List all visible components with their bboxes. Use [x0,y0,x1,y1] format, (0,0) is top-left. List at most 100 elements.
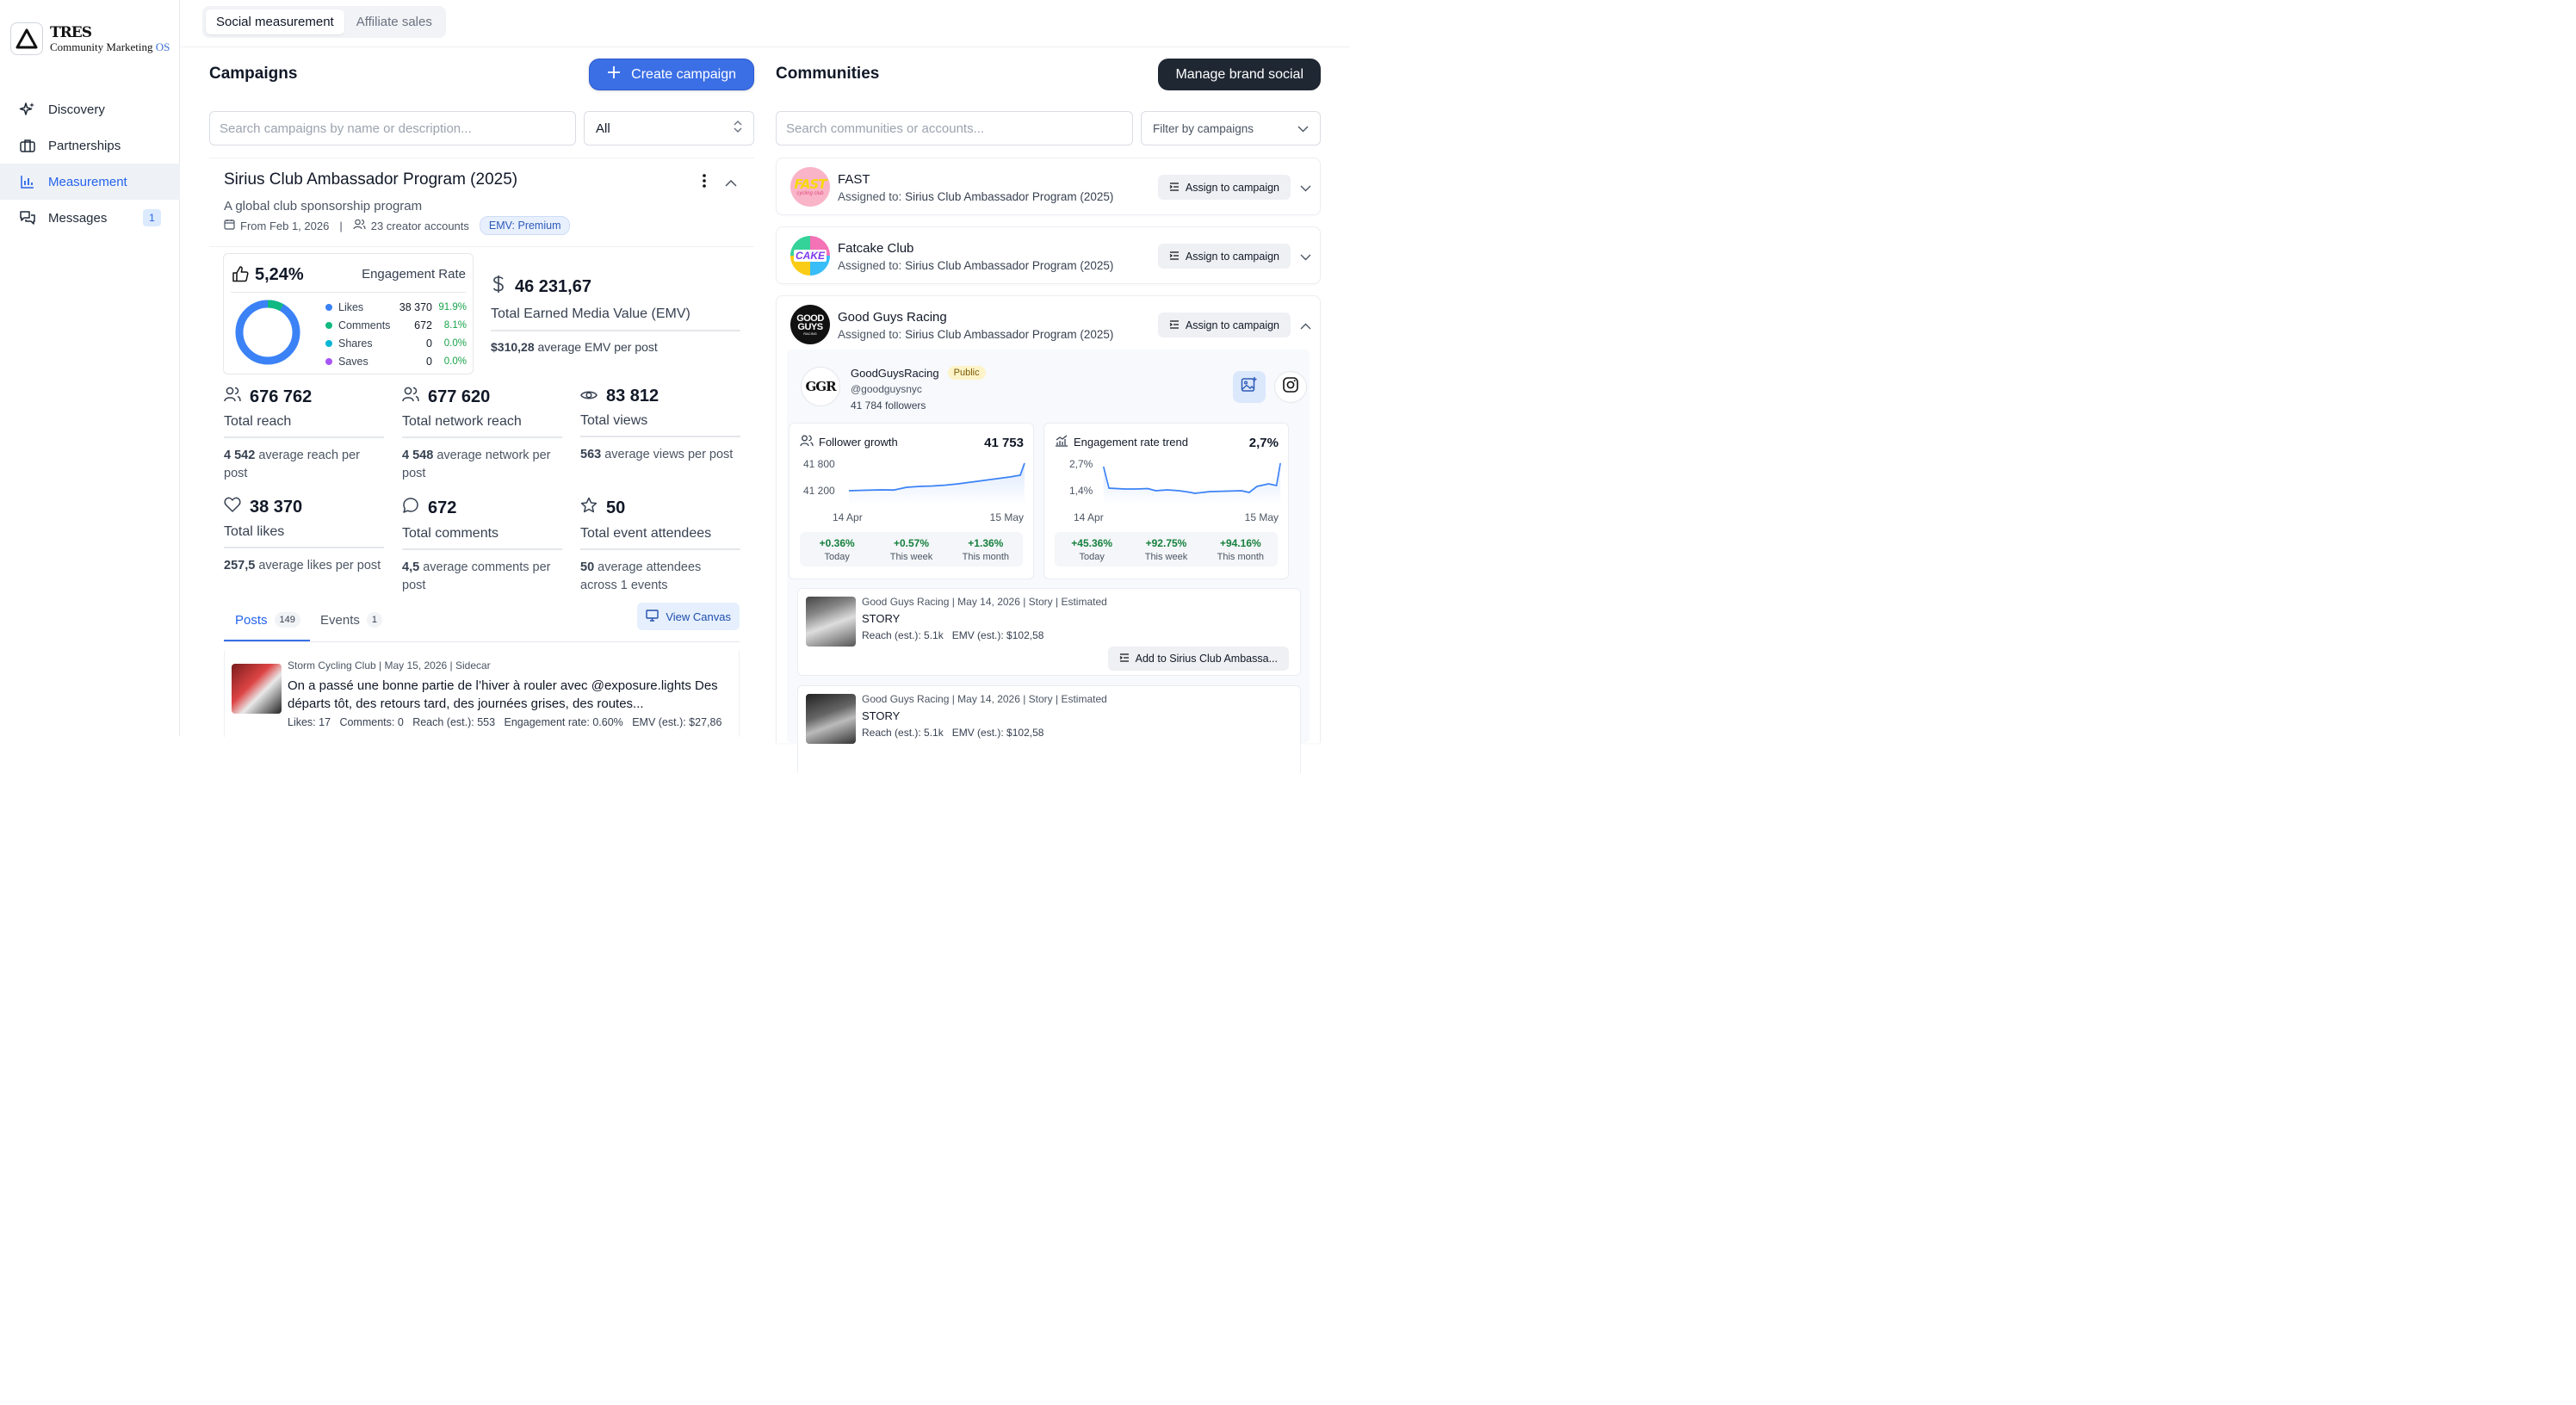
emv-label: Total Earned Media Value (EMV) [491,306,740,331]
sidebar-item-measurement[interactable]: Measurement [0,164,180,200]
legend-name: Comments [338,319,391,331]
add-image-button[interactable] [1233,371,1266,403]
campaign-actions [703,174,737,192]
sidebar-item-partnerships[interactable]: Partnerships [0,127,180,164]
assign-to-campaign-button[interactable]: Assign to campaign [1157,175,1291,200]
engagement-donut-chart [235,300,300,365]
stat-label: Today [824,551,850,562]
line-chart-area [849,463,1025,505]
community-search-input[interactable]: Search communities or accounts... [776,111,1133,145]
story-stats: Reach (est.): 5.1k EMV (est.): $102,58 [862,629,1044,641]
account-name: GoodGuysRacing [851,366,939,380]
heart-icon [224,497,241,517]
manage-brand-social-button[interactable]: Manage brand social [1158,59,1321,90]
line-chart-series [1102,462,1281,494]
trend-stat-month: +94.16% This month [1204,532,1278,566]
legend-row-comments: Comments 672 8.1% [325,316,467,334]
list-item[interactable]: Good Guys Racing | May 14, 2026 | Story … [797,588,1301,676]
chevron-up-icon[interactable] [1300,319,1311,334]
campaign-card: Sirius Club Ambassador Program (2025) A … [209,158,754,743]
sidebar-item-discovery[interactable]: Discovery [0,91,180,127]
list-item[interactable]: Storm Cycling Club | May 15, 2026 | Side… [224,651,740,737]
y-axis-label: 41 800 [803,458,835,470]
legend-dot [325,357,332,365]
engagement-legend: Likes 38 370 91.9% Comments 672 8.1% Shares 0… [325,298,467,370]
comment-icon [402,497,419,519]
mini-card-value: 2,7% [1248,436,1279,450]
stat-label: Today [1079,551,1105,562]
community-avatar: GOOD GUYS RACING [790,305,830,344]
community-avatar: CAKE [790,236,830,275]
legend-dot [325,303,332,311]
engagement-rate-label: Engagement Rate [362,267,466,282]
sidebar-item-messages[interactable]: Messages 1 [0,200,180,236]
x-axis-label: 15 May [989,511,1024,523]
tab-social-measurement[interactable]: Social measurement [206,9,344,34]
more-vertical-icon[interactable] [703,174,706,192]
messages-count-badge: 1 [143,209,161,226]
create-campaign-button[interactable]: Create campaign [589,59,754,90]
legend-pct: 0.0% [443,337,467,349]
instagram-icon [1282,376,1299,398]
campaigns-title: Campaigns [209,65,298,83]
dollar-icon [491,275,506,299]
users-icon [353,219,366,232]
community-assignment: Assigned to: Sirius Club Ambassador Prog… [838,259,1113,272]
list-indent-icon [1169,319,1180,331]
post-caption: On a passé une bonne partie de l’hiver à… [288,678,718,711]
stat-label: Total comments [402,526,562,550]
tab-posts[interactable]: Posts 149 [235,610,300,630]
chevron-down-icon[interactable] [1300,250,1311,265]
measurement-mode-tabs: Social measurement Affiliate sales [202,6,446,38]
emv-value-row: 46 231,67 [491,275,740,299]
view-canvas-button[interactable]: View Canvas [637,603,740,630]
legend-row-shares: Shares 0 0.0% [325,334,467,352]
brand[interactable]: TRES Community Marketing OS [10,22,170,55]
stat-value: +45.36% [1071,536,1113,549]
campaign-search-input[interactable]: Search campaigns by name or description.… [209,111,576,145]
list-indent-icon [1169,251,1180,263]
stat-label: Total reach [224,414,384,438]
engagement-trend-line-chart [1102,462,1281,505]
sidebar-item-label: Discovery [48,102,105,117]
engagement-trend-card: Engagement rate trend 2,7% 2,7% 1,4% 14 … [1043,423,1289,579]
assign-to-campaign-button[interactable]: Assign to campaign [1157,244,1291,269]
brand-sub: Community Marketing OS [50,41,170,53]
campaign-status-select[interactable]: All [584,111,754,145]
add-to-campaign-button[interactable]: Add to Sirius Club Ambassa... [1107,647,1289,671]
stat-label: This month [962,551,1010,562]
mini-card-title: Engagement rate trend [1074,436,1188,449]
list-indent-icon [1119,653,1130,665]
thumbs-up-icon [232,265,250,288]
legend-pct: 0.0% [443,356,467,367]
stat-sub-text: average attendees across 1 events [580,560,702,592]
communities-title: Communities [776,65,880,83]
assign-to-campaign-button[interactable]: Assign to campaign [1157,313,1291,337]
follower-growth-line-chart [848,462,1025,505]
app-root: TRES Community Marketing OS Discovery Pa… [0,0,1350,773]
list-item[interactable]: Good Guys Racing | May 14, 2026 | Story … [797,685,1301,773]
post-meta: Storm Cycling Club | May 15, 2026 | Side… [288,659,491,672]
legend-dot [325,321,332,329]
instagram-button[interactable] [1274,371,1307,403]
chevron-up-icon[interactable] [725,176,737,191]
story-title: STORY [862,612,901,625]
mini-card-title: Follower growth [819,436,898,449]
community-card[interactable]: CAKE Fatcake Club Assigned to: Sirius Cl… [776,226,1321,284]
brand-logo-icon [10,22,43,55]
account-name-row: GoodGuysRacing Public [851,366,986,380]
select-placeholder: Filter by campaigns [1153,121,1254,135]
stat-sub-value: 563 [580,448,602,461]
plus-icon [607,65,621,84]
chevron-up-down-icon [734,121,742,136]
follower-growth-card: Follower growth 41 753 41 800 41 200 14 … [789,423,1034,579]
chevron-down-icon[interactable] [1300,181,1311,196]
avatar-logo-text: FAST [794,176,827,192]
avatar-logo-text: CAKE [793,250,827,262]
stat-value: 38 370 [250,497,303,517]
campaign-filter-select[interactable]: Filter by campaigns [1141,111,1321,145]
community-card[interactable]: FAST cycling club FAST Assigned to: Siri… [776,158,1321,215]
tab-affiliate-sales[interactable]: Affiliate sales [346,9,443,34]
tab-events[interactable]: Events 1 [320,610,382,630]
sidebar-nav: Discovery Partnerships Measurement Messa… [0,91,180,236]
